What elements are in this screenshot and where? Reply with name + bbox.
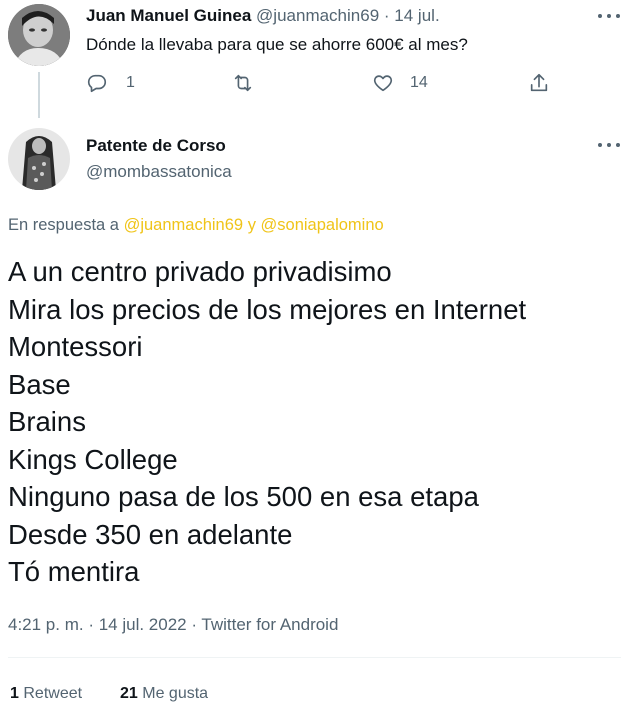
share-icon [530,73,548,92]
reply-conjunction: y [247,216,256,234]
reply-mention-1[interactable]: @juanmachin69 [124,216,244,234]
likes-count: 21 [120,685,138,702]
main-avatar[interactable] [8,128,70,190]
parent-tweet-header: Juan Manuel Guinea @juanmachin69 · 14 ju… [86,6,440,26]
parent-like-button[interactable]: 14 [372,72,428,94]
replying-to: En respuesta a @juanmachin69 y @soniapal… [8,216,384,235]
tweet-line: A un centro privado privadisimo [8,256,392,287]
tweet-line: Montessori [8,331,143,362]
thread-line [38,72,40,118]
parent-handle[interactable]: @juanmachin69 [256,6,379,25]
likes-label: Me gusta [142,685,209,702]
parent-author-name[interactable]: Juan Manuel Guinea [86,6,251,25]
tweet-meta[interactable]: 4:21 p. m. · 14 jul. 2022 · Twitter for … [8,615,338,635]
tweet-line: Mira los precios de los mejores en Inter… [8,293,527,325]
parent-more-icon[interactable] [598,8,620,24]
main-avatar-photo [8,128,70,190]
replying-prefix: En respuesta a [8,216,119,234]
parent-separator: · [383,6,390,25]
parent-like-count: 14 [410,74,428,91]
tweet-line: Ninguno pasa de los 500 en esa etapa [8,481,479,512]
reply-icon [87,74,107,93]
main-tweet-text: A un centro privado privadisimo Mira los… [8,253,526,591]
tweet-line: Kings College [8,443,178,475]
parent-reply-button[interactable]: 1 [86,72,135,94]
parent-tweet-text: Dónde la llevaba para que se ahorre 600€… [86,35,468,54]
main-author-name[interactable]: Patente de Corso [86,136,226,156]
main-handle[interactable]: @mombassatonica [86,162,232,182]
retweet-icon [234,74,252,92]
parent-avatar[interactable] [8,4,70,66]
tweet-line: Tó mentira [8,556,140,587]
parent-share-button[interactable] [528,72,550,94]
parent-avatar-photo [8,4,70,66]
likes-stat[interactable]: 21 Me gusta [120,685,208,703]
parent-retweet-button[interactable] [232,72,254,94]
parent-reply-count: 1 [126,74,135,91]
reply-mention-2[interactable]: @soniapalomino [261,216,384,234]
main-more-icon[interactable] [598,137,620,153]
tweet-line: Desde 350 en adelante [8,518,293,550]
tweet-line: Base [8,368,71,400]
tweet-line: Brains [8,406,86,437]
retweets-count: 1 [10,685,19,702]
heart-icon [373,75,393,92]
retweets-stat[interactable]: 1 Retweet [10,685,82,703]
stats-divider [8,657,621,658]
retweets-label: Retweet [23,685,83,702]
parent-date[interactable]: 14 jul. [394,6,439,25]
